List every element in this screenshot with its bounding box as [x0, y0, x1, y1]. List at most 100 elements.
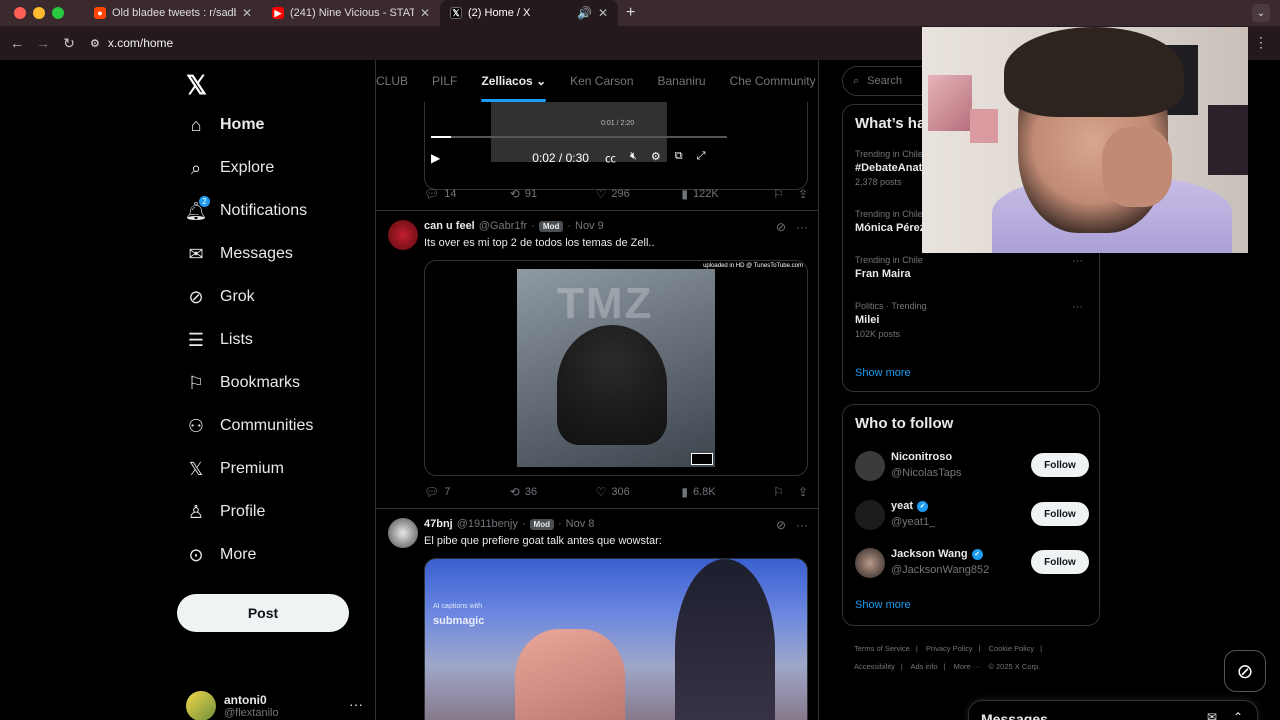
- close-icon[interactable]: ✕: [598, 6, 608, 20]
- nav-profile[interactable]: ♙ Profile: [186, 492, 265, 532]
- share-icon[interactable]: ⇪: [798, 485, 808, 499]
- avatar[interactable]: [855, 451, 885, 481]
- show-more-link[interactable]: Show more: [855, 367, 911, 379]
- nav-notifications[interactable]: 🔔︎ 2 Notifications: [185, 191, 307, 231]
- close-window-button[interactable]: [14, 7, 26, 19]
- nav-home[interactable]: ⌂ Home: [186, 105, 265, 145]
- tweet-media[interactable]: AI captions with submagic: [424, 558, 808, 720]
- more-icon[interactable]: ···: [349, 696, 363, 712]
- pip-icon[interactable]: ⧉: [675, 150, 683, 166]
- tab-che-community[interactable]: Che Community: [730, 60, 816, 102]
- new-message-icon[interactable]: ✉: [1207, 710, 1217, 720]
- tab-pilf[interactable]: PILF: [432, 60, 457, 102]
- tab-zelliacos[interactable]: Zelliacos ⌄: [481, 60, 546, 102]
- tweet-date[interactable]: Nov 8: [566, 518, 595, 530]
- forward-icon[interactable]: →: [30, 35, 56, 51]
- nav-bookmarks[interactable]: ⚐ Bookmarks: [186, 363, 300, 403]
- close-icon[interactable]: ✕: [420, 6, 430, 20]
- avatar[interactable]: [855, 548, 885, 578]
- follow-suggestion[interactable]: Niconitroso @NicolasTaps Follow: [855, 449, 1089, 485]
- account-switcher[interactable]: antoni0 @flextanilo ···: [186, 686, 366, 720]
- messages-dock[interactable]: Messages ✉ ⌃: [968, 700, 1258, 720]
- nav-lists[interactable]: ☰ Lists: [186, 320, 253, 360]
- tab-bananiru[interactable]: Bananiru: [658, 60, 706, 102]
- nav-grok[interactable]: ⊘ Grok: [186, 277, 254, 317]
- tweet-date[interactable]: Nov 9: [575, 220, 604, 232]
- reply-button[interactable]: 💬︎ 7: [424, 485, 510, 499]
- accessibility-link[interactable]: Accessibility: [854, 662, 895, 671]
- nav-more[interactable]: ⊙ More: [186, 535, 256, 575]
- repost-button[interactable]: ⟲ 91: [510, 187, 596, 201]
- tab-search-button[interactable]: ⌄: [1252, 4, 1270, 22]
- grok-icon[interactable]: ⊘: [776, 220, 786, 234]
- author-handle[interactable]: @Gabr1fr: [479, 220, 527, 232]
- follow-button[interactable]: Follow: [1031, 453, 1089, 477]
- zoom-window-button[interactable]: [52, 7, 64, 19]
- tab-club[interactable]: CLUB: [376, 60, 408, 102]
- cookie-link[interactable]: Cookie Policy: [989, 644, 1034, 653]
- settings-icon[interactable]: ⚙: [651, 150, 661, 166]
- show-more-link[interactable]: Show more: [855, 599, 911, 611]
- avatar[interactable]: [855, 500, 885, 530]
- repost-button[interactable]: ⟲ 36: [510, 485, 596, 499]
- trend-item[interactable]: Politics · Trending Milei 102K posts ···: [855, 301, 1089, 339]
- browser-tab-x[interactable]: 𝕏 (2) Home / X 🔊 ✕: [440, 0, 618, 26]
- footer-separator: |: [943, 662, 946, 671]
- avatar[interactable]: [388, 220, 418, 250]
- privacy-link[interactable]: Privacy Policy: [926, 644, 973, 653]
- address-bar[interactable]: ⚙ x.com/home: [90, 36, 173, 50]
- tweet-media[interactable]: uploaded in HD @ TunesToTube.com TMZ: [424, 260, 808, 476]
- speaker-icon[interactable]: 🔊: [577, 6, 592, 20]
- like-button[interactable]: ♡ 306: [596, 485, 682, 499]
- bookmark-icon[interactable]: ⚐: [773, 485, 784, 499]
- browser-tab-reddit[interactable]: ● Old bladee tweets : r/sadboy ✕: [84, 0, 262, 26]
- volume-icon[interactable]: 🔇︎: [630, 150, 637, 166]
- nav-messages[interactable]: ✉ Messages: [186, 234, 292, 274]
- more-icon[interactable]: ···: [1072, 301, 1083, 313]
- ads-info-link[interactable]: Ads info: [910, 662, 937, 671]
- terms-link[interactable]: Terms of Service: [854, 644, 910, 653]
- captions-icon[interactable]: ㏄: [605, 150, 616, 166]
- grok-icon[interactable]: ⊘: [776, 518, 786, 532]
- close-icon[interactable]: ✕: [242, 6, 252, 20]
- grok-button[interactable]: ⊘: [1224, 650, 1266, 692]
- follow-suggestion[interactable]: Jackson Wang ✓ @JacksonWang852 Follow: [855, 546, 1089, 582]
- reply-button[interactable]: 💬︎ 14: [424, 187, 510, 201]
- browser-tab-youtube[interactable]: ▶ (241) Nine Vicious - STATEMI ✕: [262, 0, 440, 26]
- back-icon[interactable]: ←: [4, 35, 30, 51]
- nav-explore[interactable]: ⌕ Explore: [186, 148, 274, 188]
- share-icon[interactable]: ⇪: [798, 187, 808, 201]
- tab-ken-carson[interactable]: Ken Carson: [570, 60, 633, 102]
- follow-button[interactable]: Follow: [1031, 550, 1089, 574]
- author-name[interactable]: can u feel: [424, 220, 475, 232]
- fullscreen-icon[interactable]: ⤢: [697, 150, 706, 166]
- views-button[interactable]: ▮ 122K: [681, 187, 773, 201]
- more-icon[interactable]: ···: [1072, 255, 1083, 267]
- video-progress-bar[interactable]: [431, 136, 727, 138]
- x-logo-icon[interactable]: 𝕏: [186, 70, 207, 101]
- author-name[interactable]: 47bnj: [424, 518, 453, 530]
- like-button[interactable]: ♡ 296: [596, 187, 682, 201]
- follow-suggestion[interactable]: yeat ✓ @yeat1_ Follow: [855, 498, 1089, 534]
- bookmark-icon[interactable]: ⚐: [773, 187, 784, 201]
- chevron-up-icon[interactable]: ⌃: [1233, 710, 1243, 720]
- reload-icon[interactable]: ↻: [56, 35, 82, 52]
- author-handle[interactable]: @1911benjy: [457, 518, 518, 530]
- video-player[interactable]: 0:01 / 2:20 ▶ 0:02 / 0:30 ㏄ 🔇︎ ⚙ ⧉ ⤢: [424, 102, 808, 190]
- minimize-window-button[interactable]: [33, 7, 45, 19]
- browser-menu-icon[interactable]: ⋮: [1254, 34, 1268, 51]
- more-link[interactable]: More ···: [954, 662, 981, 671]
- avatar[interactable]: [388, 518, 418, 548]
- views-button[interactable]: ▮ 6.8K: [681, 485, 773, 499]
- site-info-icon[interactable]: ⚙: [90, 37, 100, 50]
- follow-button[interactable]: Follow: [1031, 502, 1089, 526]
- more-icon[interactable]: ···: [796, 518, 808, 532]
- post-button[interactable]: Post: [177, 594, 349, 632]
- play-icon[interactable]: ▶: [431, 151, 440, 165]
- nav-communities[interactable]: ⚇ Communities: [186, 406, 313, 446]
- trend-item[interactable]: Trending in Chile Fran Maira ···: [855, 255, 1089, 280]
- more-icon[interactable]: ···: [796, 220, 808, 234]
- new-tab-button[interactable]: +: [626, 4, 635, 22]
- nav-premium[interactable]: 𝕏 Premium: [186, 449, 284, 489]
- view-count: 122K: [693, 188, 719, 200]
